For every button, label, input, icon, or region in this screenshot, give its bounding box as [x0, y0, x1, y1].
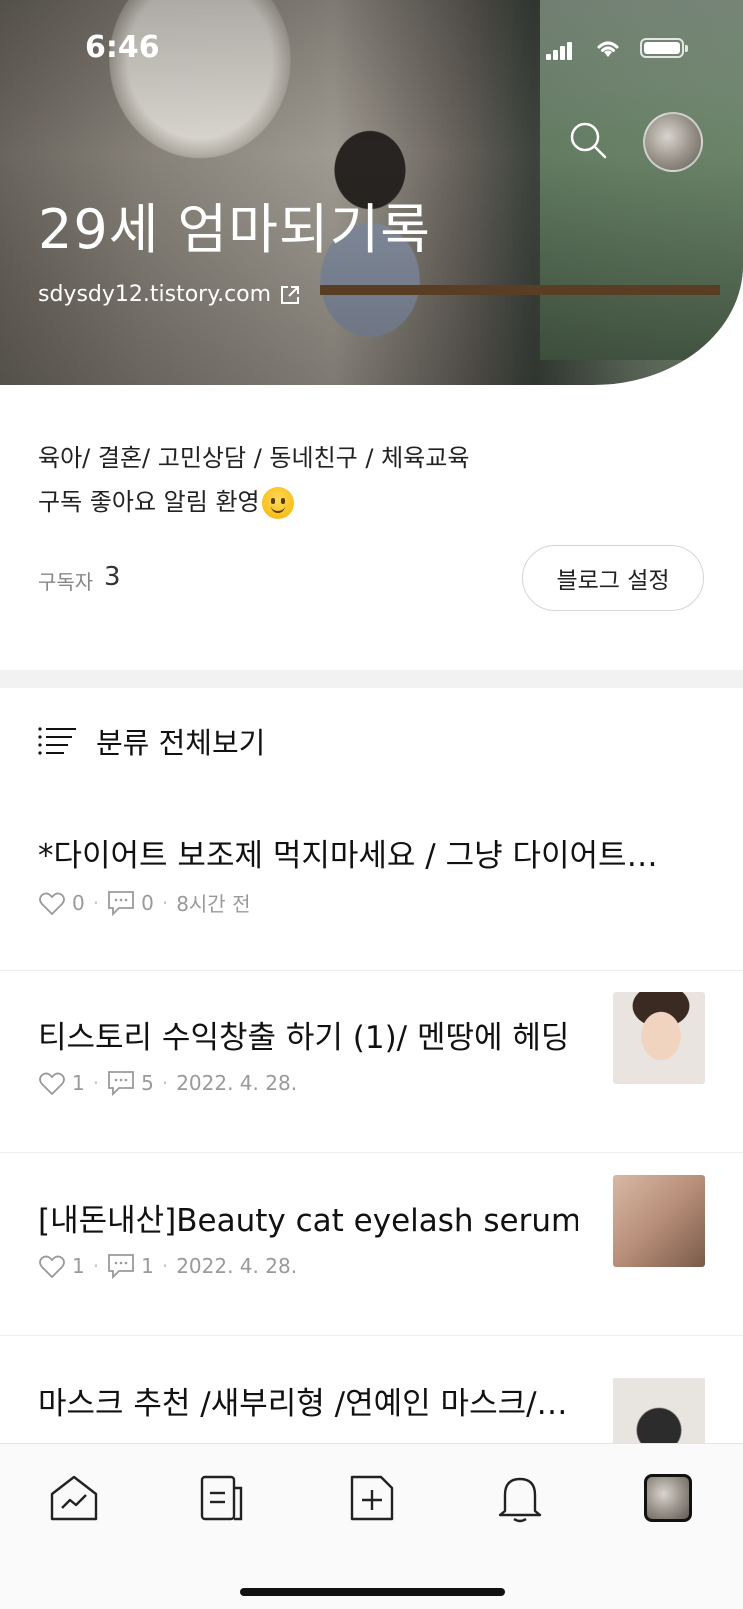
blog-description-line2: 구독 좋아요 알림 환영: [38, 482, 294, 519]
post-date: 8시간 전: [176, 892, 251, 916]
post-thumbnail: [613, 992, 705, 1084]
post-title: 마스크 추천 /새부리형 /연예인 마스크/…: [38, 1386, 568, 1422]
post-item[interactable]: 마스크 추천 /새부리형 /연예인 마스크/…: [0, 1378, 743, 1443]
comment-icon: [108, 1254, 134, 1279]
home-indicator: [240, 1588, 505, 1596]
new-post-icon: [350, 1475, 394, 1521]
comment-icon: [108, 1071, 134, 1096]
tab-posts[interactable]: [194, 1470, 250, 1526]
post-title: 티스토리 수익창출 하기 (1)/ 멘땅에 헤딩: [38, 1020, 570, 1056]
bell-icon: [498, 1477, 542, 1523]
like-count: 0: [72, 890, 85, 915]
subscribers-label: 구독자: [38, 570, 94, 594]
blog-description-text: 구독 좋아요 알림 환영: [38, 488, 260, 516]
category-all-button[interactable]: 분류 전체보기: [38, 720, 265, 762]
post-divider: [0, 1152, 743, 1153]
wifi-icon: [597, 41, 619, 57]
like-count: 1: [72, 1071, 85, 1095]
blog-title: 29세 엄마되기록: [38, 198, 431, 261]
post-meta: 1 · 5 · 2022. 4. 28.: [38, 1070, 297, 1096]
post-thumbnail: [613, 1175, 705, 1267]
blog-description-line1: 육아/ 결혼/ 고민상담 / 동네친구 / 체육교육: [38, 444, 470, 472]
post-item[interactable]: *다이어트 보조제 먹지마세요 / 그냥 다이어트… 0 · 0 · 8시간 전: [0, 830, 743, 1012]
home-chart-icon: [50, 1475, 98, 1521]
document-icon: [200, 1475, 243, 1521]
comment-count: 5: [141, 1071, 154, 1095]
profile-avatar[interactable]: [643, 112, 703, 172]
external-link-icon: [281, 285, 300, 304]
post-item[interactable]: [내돈내산]Beauty cat eyelash serum… 1 · 1 · …: [0, 1175, 743, 1377]
post-date: 2022. 4. 28.: [176, 1254, 298, 1278]
heart-icon: [39, 892, 65, 915]
section-divider: [0, 670, 743, 688]
tab-new-post[interactable]: [344, 1470, 400, 1526]
post-title: *다이어트 보조제 먹지마세요 / 그냥 다이어트…: [38, 838, 658, 874]
post-date: 2022. 4. 28.: [176, 1071, 298, 1095]
blog-url-text: sdysdy12.tistory.com: [38, 282, 272, 307]
post-divider: [0, 970, 743, 971]
post-thumbnail: [613, 1378, 705, 1443]
signal-icon: [546, 40, 574, 60]
blog-settings-button[interactable]: 블로그 설정: [522, 545, 704, 611]
heart-icon: [39, 1255, 65, 1279]
comment-icon: [108, 890, 134, 916]
post-meta: 1 · 1 · 2022. 4. 28.: [38, 1253, 297, 1279]
status-bar: 6:46: [0, 0, 743, 90]
like-count: 1: [72, 1254, 85, 1278]
post-divider: [0, 1335, 743, 1336]
smiley-emoji-icon: [261, 487, 294, 519]
battery-icon: [640, 38, 688, 58]
profile-tab-avatar: [644, 1474, 692, 1522]
list-icon: [38, 727, 76, 755]
tab-profile[interactable]: [640, 1470, 696, 1526]
post-title: [내돈내산]Beauty cat eyelash serum…: [38, 1203, 578, 1239]
heart-icon: [39, 1072, 65, 1096]
subscribers-count[interactable]: 3: [104, 562, 121, 592]
comment-count: 0: [141, 890, 154, 915]
blog-url-link[interactable]: sdysdy12.tistory.com: [38, 282, 301, 307]
tab-home[interactable]: [46, 1470, 102, 1526]
category-label: 분류 전체보기: [96, 726, 266, 760]
comment-count: 1: [141, 1254, 154, 1278]
post-meta: 0 · 0 · 8시간 전: [38, 888, 250, 917]
post-item[interactable]: 티스토리 수익창출 하기 (1)/ 멘땅에 헤딩 1 · 5 · 2022. 4…: [0, 992, 743, 1194]
status-time: 6:46: [85, 30, 160, 65]
bottom-tab-bar: [0, 1443, 743, 1609]
search-icon[interactable]: [568, 120, 608, 160]
tab-notifications[interactable]: [492, 1470, 548, 1526]
